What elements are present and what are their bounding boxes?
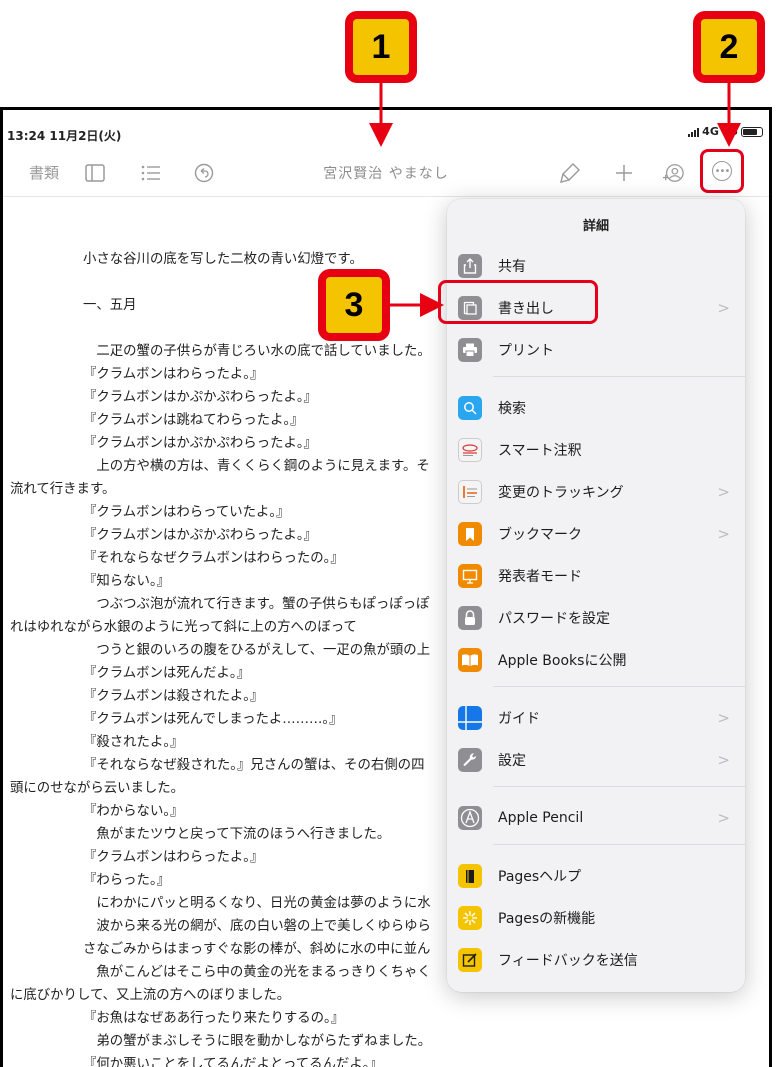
menu-item-settings[interactable]: 設定 > (447, 740, 745, 780)
menu-label: ガイド (498, 711, 540, 727)
chevron-right-icon: > (717, 709, 730, 727)
presenter-icon (458, 564, 482, 588)
menu-item-pages-help[interactable]: Pagesヘルプ (447, 856, 745, 896)
wrench-icon (458, 748, 482, 772)
status-bar: 13:24 11月2日(火) 4G 85 (3, 110, 769, 152)
network-label: 4G 85 (702, 125, 738, 138)
add-icon[interactable] (613, 162, 635, 184)
document-line: 弟の蟹がまぶしそうに眼を動かしながらたずねました。 (83, 1034, 432, 1049)
menu-label: Pagesの新機能 (498, 911, 596, 927)
search-icon (458, 396, 482, 420)
print-icon (458, 338, 482, 362)
lock-icon (458, 606, 482, 630)
divider (493, 376, 745, 377)
divider (493, 786, 745, 787)
menu-label: Apple Booksに公開 (498, 653, 627, 669)
more-button[interactable]: ••• (700, 149, 744, 193)
chevron-right-icon: > (717, 751, 730, 769)
more-icon: ••• (712, 161, 732, 181)
menu-item-apple-books[interactable]: Apple Booksに公開 (447, 640, 745, 680)
chevron-right-icon: > (717, 809, 730, 827)
callout-2: 2 (693, 11, 765, 83)
callout-3-number: 3 (326, 277, 382, 333)
help-icon (458, 864, 482, 888)
menu-label: 変更のトラッキング (498, 485, 624, 501)
guide-icon (458, 706, 482, 730)
bookmark-icon (458, 522, 482, 546)
battery-icon (741, 126, 763, 137)
divider (493, 686, 745, 687)
callout-3: 3 (318, 269, 390, 341)
document-line: 『何か悪いことをしてるんだよとってるんだよ。』 (83, 1057, 383, 1067)
menu-label: 発表者モード (498, 569, 582, 585)
sparkle-icon (458, 906, 482, 930)
menu-item-print[interactable]: プリント (447, 330, 745, 370)
feedback-icon (458, 948, 482, 972)
callout-2-number: 2 (701, 19, 757, 75)
export-highlight (438, 280, 598, 324)
chevron-right-icon: > (717, 299, 730, 317)
share-icon (458, 254, 482, 278)
menu-label: 設定 (498, 753, 526, 769)
menu-label: フィードバックを送信 (498, 953, 638, 969)
chevron-right-icon: > (717, 525, 730, 543)
track-changes-icon (458, 480, 482, 504)
menu-item-password[interactable]: パスワードを設定 (447, 598, 745, 638)
menu-label: 共有 (498, 259, 526, 275)
menu-label: 検索 (498, 401, 526, 417)
document-line: 『お魚はなぜああ行ったり来たりするの。』 (83, 1011, 345, 1026)
toolbar: 書類 宮沢賢治 やまなし ••• (3, 149, 769, 197)
callout-1: 1 (345, 11, 417, 83)
signal-icon (688, 127, 700, 137)
menu-label: ブックマーク (498, 527, 582, 543)
menu-item-guide[interactable]: ガイド > (447, 698, 745, 738)
collaborate-icon[interactable] (662, 162, 684, 184)
menu-label: Apple Pencil (498, 810, 584, 826)
popover-title: 詳細 (582, 219, 609, 234)
document-title: 宮沢賢治 やまなし (323, 166, 449, 182)
status-indicators: 4G 85 (688, 125, 763, 138)
chevron-right-icon: > (717, 483, 730, 501)
callout-1-number: 1 (353, 19, 409, 75)
menu-item-search[interactable]: 検索 (447, 388, 745, 428)
menu-label: プリント (498, 343, 554, 359)
menu-item-track-changes[interactable]: 変更のトラッキング > (447, 472, 745, 512)
menu-item-feedback[interactable]: フィードバックを送信 (447, 940, 745, 980)
menu-item-bookmark[interactable]: ブックマーク > (447, 514, 745, 554)
menu-label: パスワードを設定 (498, 611, 610, 627)
menu-item-presenter[interactable]: 発表者モード (447, 556, 745, 596)
pencil-icon (458, 806, 482, 830)
brush-icon[interactable] (559, 162, 581, 184)
smart-annotation-icon (458, 438, 482, 462)
menu-item-apple-pencil[interactable]: Apple Pencil > (447, 798, 745, 838)
menu-item-whats-new[interactable]: Pagesの新機能 (447, 898, 745, 938)
divider (493, 844, 745, 845)
books-icon (458, 648, 482, 672)
menu-label: スマート注釈 (498, 443, 582, 459)
menu-item-smart-annotation[interactable]: スマート注釈 (447, 430, 745, 470)
status-time: 13:24 11月2日(火) (7, 129, 122, 143)
menu-label: Pagesヘルプ (498, 869, 582, 885)
